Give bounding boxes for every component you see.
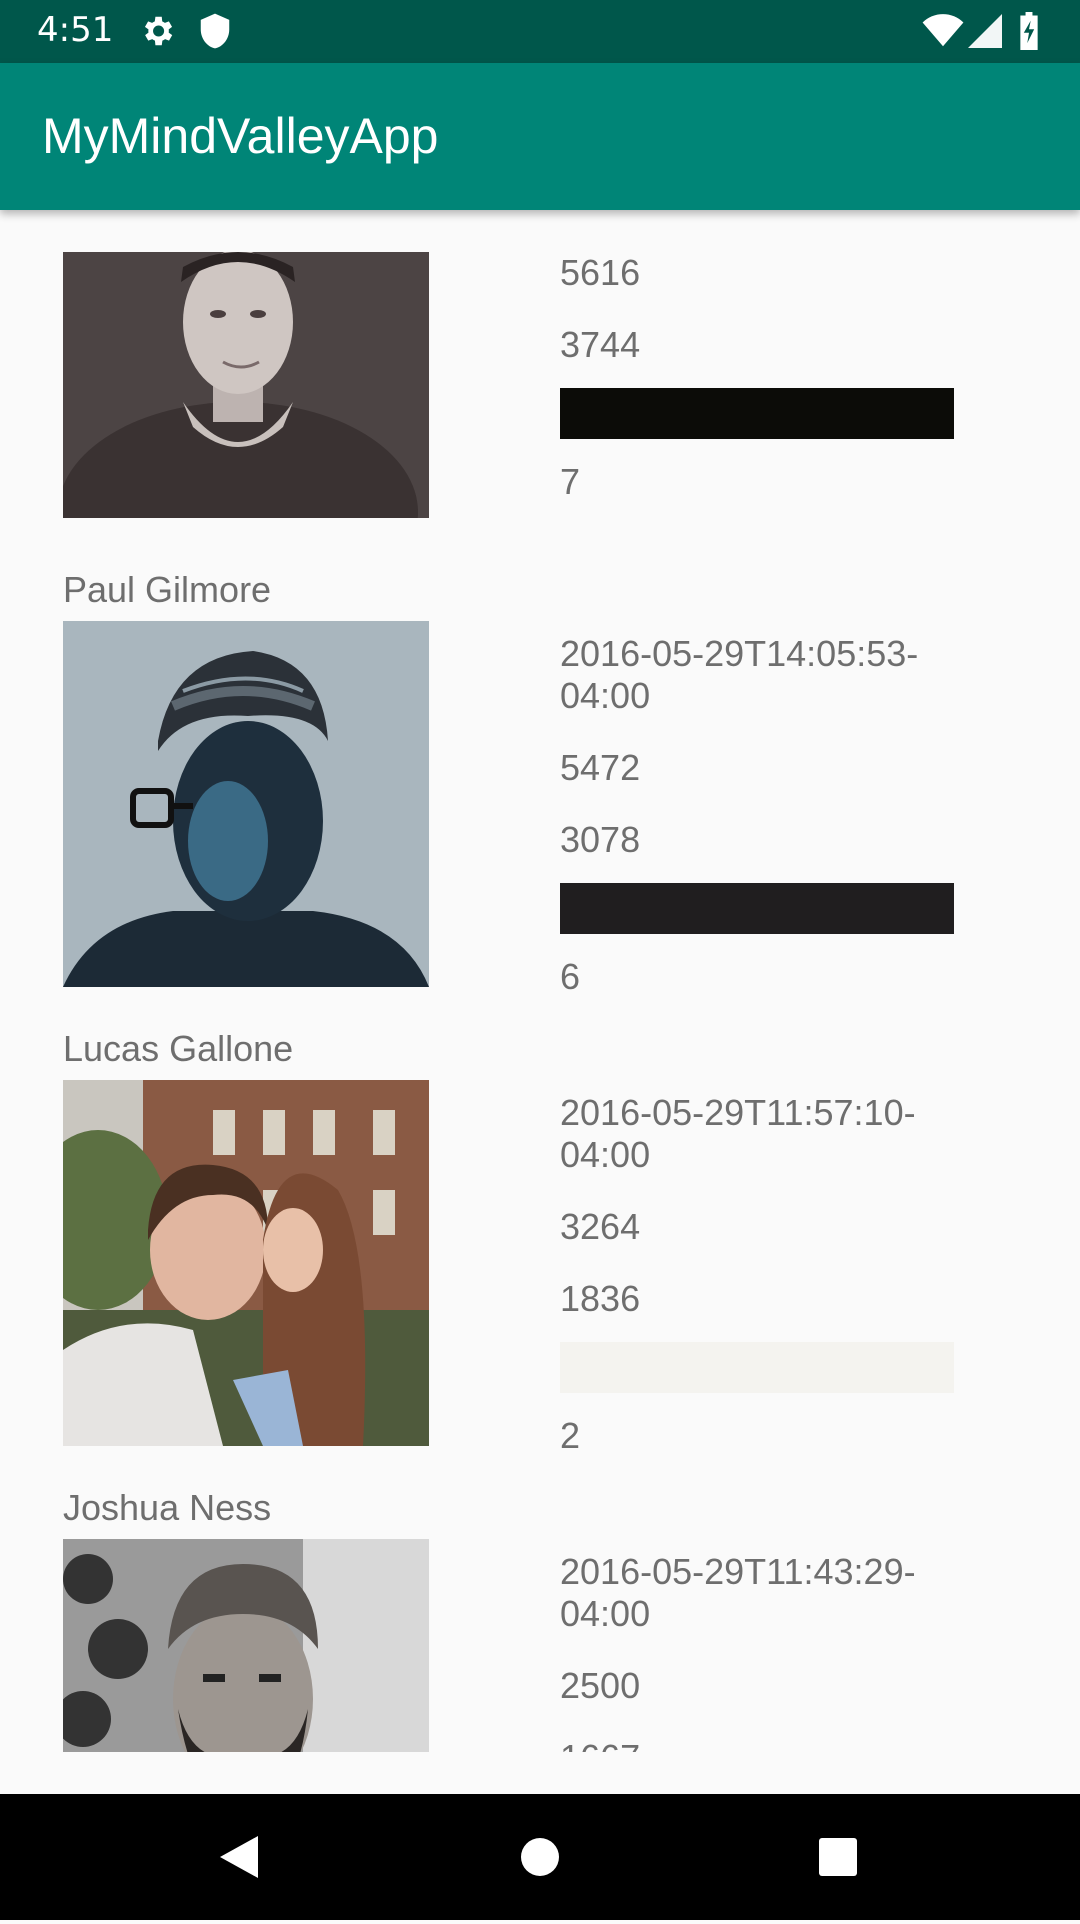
photo-likes: 2 <box>560 1415 581 1456</box>
battery-charging-icon <box>1020 12 1038 50</box>
portrait-image <box>63 621 429 987</box>
photo-thumbnail[interactable] <box>63 621 429 987</box>
app-bar: MyMindValleyApp <box>0 63 1080 210</box>
photo-color-swatch <box>560 388 954 439</box>
home-circle-icon <box>521 1838 559 1876</box>
photo-width: 3264 <box>560 1206 641 1247</box>
photo-thumbnail[interactable] <box>63 1539 429 1752</box>
photo-color-swatch <box>560 883 954 934</box>
shield-icon <box>200 13 230 49</box>
recents-button[interactable] <box>768 1794 908 1920</box>
user-name: Paul Gilmore <box>63 569 272 610</box>
photo-details: 5616 3744 7 <box>560 252 960 533</box>
portrait-image <box>63 1080 429 1446</box>
photo-details: 2016-05-29T14:05:53-04:00 5472 3078 6 <box>560 621 960 1028</box>
photo-height: 1836 <box>560 1278 641 1319</box>
settings-gear-icon <box>144 16 173 46</box>
user-name: Joshua Ness <box>63 1487 272 1528</box>
portrait-image <box>63 252 429 518</box>
photo-height: 1667 <box>560 1737 960 1752</box>
user-name: Lucas Gallone <box>63 1028 294 1069</box>
navigation-bar <box>0 1794 1080 1920</box>
photo-likes: 7 <box>560 461 581 502</box>
list-item[interactable]: Paul Gilmore 2016-05-29T14:05:53-04:00 5… <box>0 560 1080 1019</box>
photo-details: 2016-05-29T11:57:10-04:00 3264 1836 2 <box>560 1080 960 1487</box>
app-title: MyMindValleyApp <box>42 108 439 164</box>
status-time: 4:51 <box>37 10 114 50</box>
photo-width: 5616 <box>560 252 641 293</box>
back-button[interactable] <box>170 1794 310 1920</box>
photo-width: 5472 <box>560 747 641 788</box>
photo-date: 2016-05-29T11:57:10-04:00 <box>560 1092 916 1175</box>
wifi-icon <box>922 14 964 47</box>
list-item[interactable]: Lucas Gallone 2016-05-29T11:57:10-04:00 … <box>0 1019 1080 1478</box>
recents-square-icon <box>819 1838 857 1876</box>
photo-list[interactable]: 5616 3744 7 Paul Gilmore 2016-05-29T14:0… <box>0 210 1080 1752</box>
photo-details: 2016-05-29T11:43:29-04:00 2500 1667 <box>560 1539 960 1752</box>
photo-color-swatch <box>560 1342 954 1393</box>
photo-thumbnail[interactable] <box>63 1080 429 1446</box>
status-bar: 4:51 <box>0 0 1080 63</box>
photo-likes: 6 <box>560 956 581 997</box>
back-triangle-icon <box>220 1836 258 1878</box>
photo-width: 2500 <box>560 1665 641 1706</box>
portrait-image <box>63 1539 429 1752</box>
home-button[interactable] <box>470 1794 610 1920</box>
photo-height: 3744 <box>560 324 641 365</box>
photo-date: 2016-05-29T11:43:29-04:00 <box>560 1551 916 1634</box>
photo-date: 2016-05-29T14:05:53-04:00 <box>560 633 919 716</box>
cell-signal-icon <box>968 14 1002 48</box>
list-item[interactable]: Joshua Ness 2016-05-29T11:43:29-04:00 25… <box>0 1478 1080 1752</box>
photo-height: 3078 <box>560 819 641 860</box>
